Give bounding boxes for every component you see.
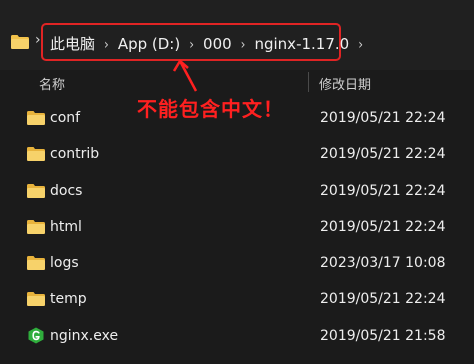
- file-name: contrib: [50, 146, 100, 163]
- folder-icon: [27, 256, 45, 271]
- file-name: nginx.exe: [50, 327, 119, 344]
- column-header-date-modified[interactable]: 修改日期: [319, 74, 371, 93]
- file-name: logs: [50, 255, 79, 272]
- file-date: 2023/03/17 10:08: [320, 255, 446, 272]
- list-item[interactable]: html 2019/05/21 22:24: [0, 209, 474, 245]
- folder-icon: [11, 35, 29, 49]
- list-item[interactable]: temp 2019/05/21 22:24: [0, 281, 474, 317]
- folder-icon: [27, 147, 45, 162]
- file-date: 2019/05/21 22:24: [320, 291, 446, 308]
- file-date: 2019/05/21 22:24: [320, 146, 446, 163]
- folder-icon: [27, 292, 45, 307]
- file-name: temp: [50, 291, 87, 308]
- chevron-right-icon[interactable]: ›: [358, 35, 363, 52]
- breadcrumb-item-nginx[interactable]: nginx-1.17.0: [254, 35, 349, 53]
- file-date: 2019/05/21 22:24: [320, 110, 446, 126]
- chevron-right-icon[interactable]: ›: [35, 32, 41, 48]
- list-item[interactable]: contrib 2019/05/21 22:24: [0, 136, 474, 172]
- column-header-name[interactable]: 名称: [39, 74, 65, 93]
- chevron-right-icon[interactable]: ›: [104, 35, 109, 52]
- folder-icon: [27, 183, 45, 198]
- breadcrumb-item-drive[interactable]: App (D:): [118, 35, 180, 53]
- breadcrumb-item-folder-000[interactable]: 000: [203, 35, 232, 53]
- address-bar-row: › 此电脑 › App (D:) › 000 › nginx-1.17.0 ›: [0, 0, 474, 70]
- list-item[interactable]: conf 2019/05/21 22:24: [0, 100, 474, 136]
- file-name: html: [50, 218, 82, 235]
- folder-icon: [27, 111, 45, 125]
- column-divider[interactable]: [308, 72, 309, 92]
- breadcrumb-item-this-pc[interactable]: 此电脑: [50, 33, 95, 54]
- chevron-right-icon[interactable]: ›: [241, 35, 246, 52]
- list-item[interactable]: nginx.exe 2019/05/21 21:58: [0, 318, 474, 354]
- breadcrumb: 此电脑 › App (D:) › 000 › nginx-1.17.0 ›: [50, 33, 372, 54]
- column-header-row: 名称 修改日期: [0, 70, 474, 94]
- folder-icon: [27, 219, 45, 234]
- file-date: 2019/05/21 22:24: [320, 218, 446, 235]
- chevron-right-icon[interactable]: ›: [189, 35, 194, 52]
- list-item[interactable]: logs 2023/03/17 10:08: [0, 245, 474, 281]
- file-name: docs: [50, 182, 83, 199]
- nginx-exe-icon: [28, 327, 44, 344]
- file-explorer-window: › 此电脑 › App (D:) › 000 › nginx-1.17.0 › …: [0, 0, 474, 364]
- list-item[interactable]: docs 2019/05/21 22:24: [0, 173, 474, 209]
- file-name: conf: [50, 110, 81, 126]
- file-date: 2019/05/21 21:58: [320, 327, 446, 344]
- file-date: 2019/05/21 22:24: [320, 182, 446, 199]
- file-list: conf 2019/05/21 22:24 contrib 2019/05/21…: [0, 100, 474, 354]
